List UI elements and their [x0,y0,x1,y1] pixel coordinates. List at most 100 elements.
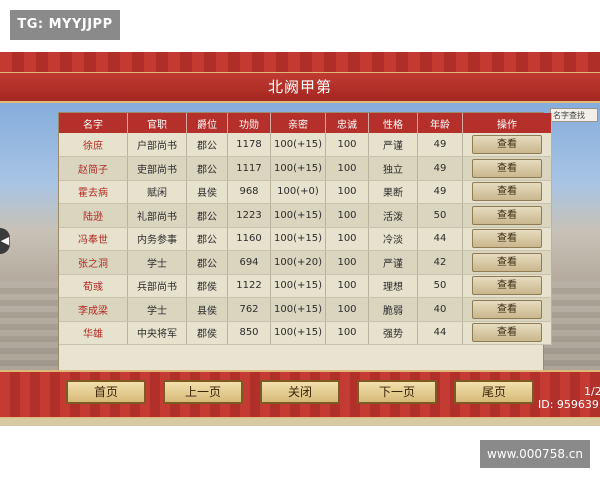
view-button[interactable]: 查看 [472,276,542,296]
view-button[interactable]: 查看 [472,158,542,178]
table-row: 冯奉世 内务参事 郡公 1160 100(+15) 100 冷淡 44 查看 [59,227,552,251]
table-row: 张之洞 学士 郡公 694 100(+20) 100 严谨 42 查看 [59,250,552,275]
official-merit: 850 [227,321,271,345]
official-rank: 郡侯 [186,321,228,345]
official-age: 49 [417,180,463,204]
official-office: 内务参事 [127,227,187,251]
official-intimacy: 100(+15) [270,133,326,157]
table-row: 荀彧 兵部尚书 郡侯 1122 100(+15) 100 理想 50 查看 [59,274,552,298]
official-age: 42 [417,250,463,275]
table-row: 陆逊 礼部尚书 郡公 1223 100(+15) 100 活泼 50 查看 [59,203,552,228]
header-rank: 爵位 [186,113,228,133]
action-cell: 查看 [462,274,552,298]
action-cell: 查看 [462,133,552,157]
official-office: 学士 [127,250,187,275]
official-intimacy: 100(+15) [270,274,326,298]
view-button[interactable]: 查看 [472,205,542,225]
chevron-left-icon[interactable]: ◀ [0,228,10,254]
header-merit: 功勋 [227,113,271,133]
official-age: 44 [417,227,463,251]
official-rank: 郡公 [186,133,228,157]
prev-page-button[interactable]: 上一页 [163,380,243,404]
official-merit: 762 [227,297,271,322]
close-button[interactable]: 关闭 [260,380,340,404]
top-ornament-border [0,52,600,74]
official-intimacy: 100(+15) [270,203,326,228]
view-button[interactable]: 查看 [472,299,542,319]
official-office: 礼部尚书 [127,203,187,228]
official-merit: 1160 [227,227,271,251]
official-loyalty: 100 [325,156,369,181]
official-intimacy: 100(+15) [270,227,326,251]
official-personality: 严谨 [368,250,418,275]
official-intimacy: 100(+20) [270,250,326,275]
official-loyalty: 100 [325,274,369,298]
table-row: 赵简子 吏部尚书 郡公 1117 100(+15) 100 独立 49 查看 [59,156,552,181]
official-office: 户部尚书 [127,133,187,157]
official-loyalty: 100 [325,203,369,228]
next-page-button[interactable]: 下一页 [357,380,437,404]
official-name: 张之洞 [59,250,128,275]
official-age: 44 [417,321,463,345]
official-loyalty: 100 [325,227,369,251]
official-age: 49 [417,133,463,157]
official-personality: 独立 [368,156,418,181]
view-button[interactable]: 查看 [472,229,542,249]
tg-watermark: TG: MYYJJPP [10,10,120,40]
header-office: 官职 [127,113,187,133]
official-office: 兵部尚书 [127,274,187,298]
header-action: 操作 [462,113,552,133]
action-cell: 查看 [462,180,552,204]
table-row: 徐庶 户部尚书 郡公 1178 100(+15) 100 严谨 49 查看 [59,133,552,157]
official-intimacy: 100(+15) [270,321,326,345]
site-watermark: www.000758.cn [480,440,590,468]
table-header-row: 名字 官职 爵位 功勋 亲密 忠诚 性格 年龄 操作 [59,113,552,133]
official-table: 名字 官职 爵位 功勋 亲密 忠诚 性格 年龄 操作 徐庶 户部尚书 郡公 11… [58,112,552,398]
official-merit: 1223 [227,203,271,228]
official-name: 冯奉世 [59,227,128,251]
header-name: 名字 [59,113,128,133]
first-page-button[interactable]: 首页 [66,380,146,404]
official-loyalty: 100 [325,321,369,345]
action-cell: 查看 [462,297,552,322]
header-intimacy: 亲密 [270,113,326,133]
official-office: 赋闲 [127,180,187,204]
official-merit: 694 [227,250,271,275]
view-button[interactable]: 查看 [472,323,542,343]
table-row: 华雄 中央将军 郡侯 850 100(+15) 100 强势 44 查看 [59,321,552,345]
official-personality: 果断 [368,180,418,204]
official-office: 吏部尚书 [127,156,187,181]
game-window: 北阙甲第 ◀ 名字查找 名字 官职 爵位 功勋 亲密 忠诚 性格 年龄 操作 徐… [0,52,600,426]
official-rank: 郡侯 [186,274,228,298]
action-cell: 查看 [462,227,552,251]
official-office: 中央将军 [127,321,187,345]
official-merit: 1122 [227,274,271,298]
official-name: 霍去病 [59,180,128,204]
official-name: 徐庶 [59,133,128,157]
official-loyalty: 100 [325,133,369,157]
official-personality: 强势 [368,321,418,345]
official-personality: 理想 [368,274,418,298]
official-rank: 县侯 [186,180,228,204]
official-name: 赵简子 [59,156,128,181]
action-cell: 查看 [462,250,552,275]
official-age: 50 [417,274,463,298]
view-button[interactable]: 查看 [472,182,542,202]
official-rank: 郡公 [186,227,228,251]
name-search-input[interactable]: 名字查找 [550,108,598,122]
official-name: 陆逊 [59,203,128,228]
official-office: 学士 [127,297,187,322]
last-page-button[interactable]: 尾页 [454,380,534,404]
view-button[interactable]: 查看 [472,252,542,272]
official-rank: 郡公 [186,250,228,275]
table-row: 李成梁 学士 县侯 762 100(+15) 100 脆弱 40 查看 [59,297,552,322]
official-name: 荀彧 [59,274,128,298]
official-merit: 1178 [227,133,271,157]
official-personality: 严谨 [368,133,418,157]
official-rank: 县侯 [186,297,228,322]
official-loyalty: 100 [325,297,369,322]
view-button[interactable]: 查看 [472,135,542,154]
player-id: ID: 959639 [538,398,599,411]
official-age: 40 [417,297,463,322]
official-age: 49 [417,156,463,181]
